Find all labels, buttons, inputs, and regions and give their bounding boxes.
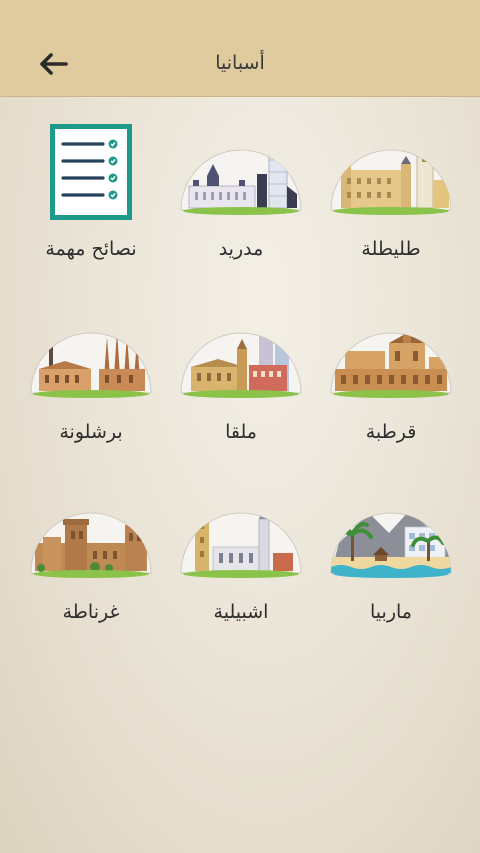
malaga-skyline-icon xyxy=(180,332,302,398)
madrid-skyline-icon xyxy=(180,149,302,215)
city-tile-granada[interactable]: غرناطة xyxy=(16,483,166,653)
toledo-skyline-icon xyxy=(330,149,452,215)
city-label: قرطبة xyxy=(365,421,417,443)
city-label: ماربيا xyxy=(370,601,412,623)
cordoba-mosque-icon xyxy=(330,332,452,398)
city-label: طليطلة xyxy=(361,238,421,260)
checklist-icon xyxy=(50,124,132,220)
city-label: مدريد xyxy=(218,238,264,260)
city-tile-seville[interactable]: اشبيلية xyxy=(166,483,316,653)
city-label: برشلونة xyxy=(59,421,123,443)
barcelona-skyline-icon xyxy=(30,332,152,398)
city-tile-madrid[interactable]: مدريد xyxy=(166,120,316,290)
city-tile-toledo[interactable]: طليطلة xyxy=(316,120,466,290)
seville-skyline-icon xyxy=(180,512,302,578)
city-label: غرناطة xyxy=(62,601,120,623)
alhambra-icon xyxy=(30,512,152,578)
city-label: نصائح مهمة xyxy=(45,238,137,260)
city-tile-cordoba[interactable]: قرطبة xyxy=(316,303,466,473)
city-tile-marbella[interactable]: ماربيا xyxy=(316,483,466,653)
city-grid: طليطلة مدريد نصائح مهمة قرطبة ملقا برشلو… xyxy=(0,0,480,853)
city-tile-tips[interactable]: نصائح مهمة xyxy=(16,120,166,290)
city-tile-barcelona[interactable]: برشلونة xyxy=(16,303,166,473)
city-tile-malaga[interactable]: ملقا xyxy=(166,303,316,473)
city-label: اشبيلية xyxy=(213,601,269,623)
marbella-beach-icon xyxy=(330,512,452,578)
city-label: ملقا xyxy=(225,421,257,443)
